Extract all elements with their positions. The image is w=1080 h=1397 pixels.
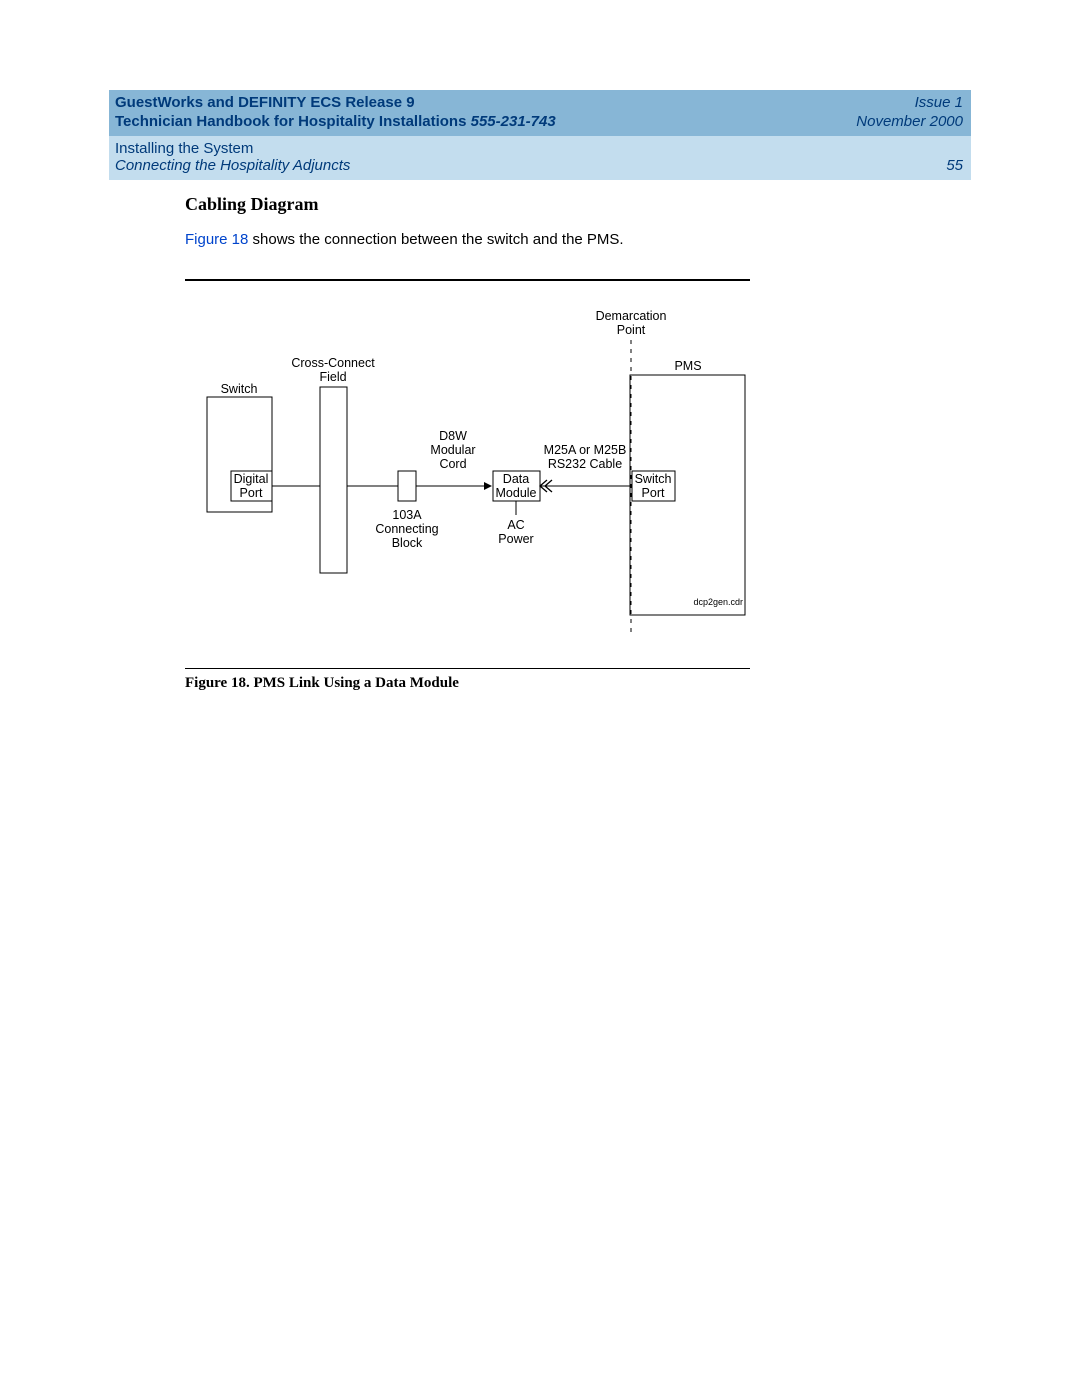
label-dm-1: Data: [503, 472, 529, 486]
label-swport-1: Switch: [635, 472, 672, 486]
label-xconnect-2: Field: [319, 370, 346, 384]
figure-caption: Figure 18. PMS Link Using a Data Module: [185, 675, 971, 692]
section-heading: Cabling Diagram: [185, 194, 971, 215]
label-ac-1: AC: [507, 518, 524, 532]
label-switch: Switch: [221, 382, 258, 396]
doc-number: 555-231-743: [471, 113, 556, 130]
label-demarc-2: Point: [617, 323, 646, 337]
label-digital-2: Port: [240, 486, 263, 500]
label-dm-2: Module: [496, 486, 537, 500]
figure-svg: Switch Digital Port Cross-Connect Field …: [185, 305, 750, 650]
doc-title-1: GuestWorks and DEFINITY ECS Release 9: [115, 94, 556, 113]
doc-header: GuestWorks and DEFINITY ECS Release 9 Te…: [109, 90, 971, 180]
figure-link[interactable]: Figure 18: [185, 231, 248, 248]
label-block-2: Connecting: [375, 522, 438, 536]
figure-rule-top: [185, 279, 750, 281]
label-xconnect-1: Cross-Connect: [291, 356, 375, 370]
label-d8w-2: Modular: [430, 443, 475, 457]
issue: Issue 1: [856, 94, 963, 113]
header-light-band: Installing the System Connecting the Hos…: [109, 136, 971, 180]
label-block-3: Block: [392, 536, 423, 550]
doc-title-2: Technician Handbook for Hospitality Inst…: [115, 113, 556, 132]
date: November 2000: [856, 113, 963, 132]
body-paragraph: Figure 18 shows the connection between t…: [185, 230, 971, 250]
page-number: 55: [946, 157, 963, 174]
label-demarc-1: Demarcation: [596, 309, 667, 323]
label-ac-2: Power: [498, 532, 533, 546]
content: Cabling Diagram Figure 18 shows the conn…: [185, 194, 971, 693]
label-d8w-3: Cord: [439, 457, 466, 471]
chapter: Installing the System: [115, 140, 350, 157]
label-swport-2: Port: [642, 486, 665, 500]
label-digital-1: Digital: [234, 472, 269, 486]
label-d8w-1: D8W: [439, 429, 467, 443]
header-dark-band: GuestWorks and DEFINITY ECS Release 9 Te…: [109, 90, 971, 136]
label-cable-2: RS232 Cable: [548, 457, 622, 471]
label-pms: PMS: [674, 359, 701, 373]
body-text-after: shows the connection between the switch …: [248, 231, 623, 248]
figure-source-tag: dcp2gen.cdr: [693, 597, 743, 607]
section: Connecting the Hospitality Adjuncts: [115, 157, 350, 174]
figure-rule-bottom: [185, 668, 750, 669]
label-cable-1: M25A or M25B: [544, 443, 627, 457]
figure-area: Switch Digital Port Cross-Connect Field …: [185, 279, 971, 692]
label-block-1: 103A: [392, 508, 422, 522]
